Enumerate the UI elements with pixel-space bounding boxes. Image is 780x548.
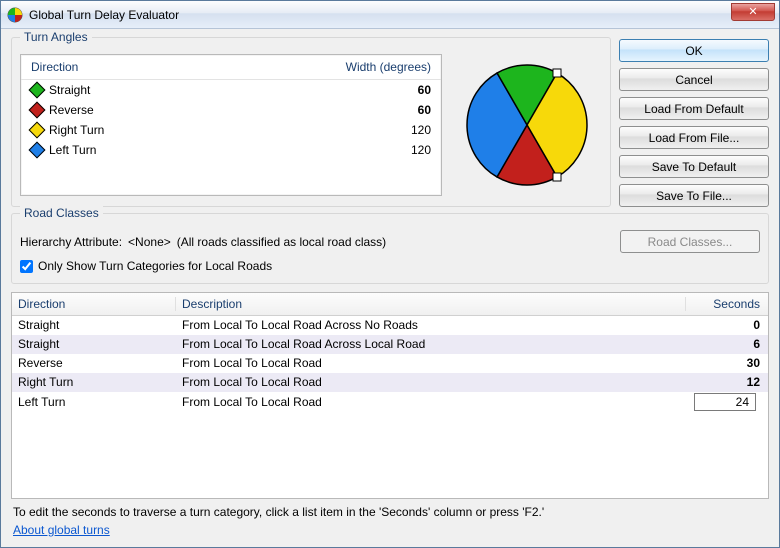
angle-label: Straight — [49, 83, 90, 97]
grid-row[interactable]: Straight From Local To Local Road Across… — [12, 316, 768, 335]
seconds-edit-input[interactable]: 24 — [694, 393, 756, 411]
ok-button[interactable]: OK — [619, 39, 769, 62]
cell-direction: Straight — [12, 337, 176, 351]
close-icon: ✕ — [748, 5, 757, 18]
road-classes-button: Road Classes... — [620, 230, 760, 253]
seconds-edit-value: 24 — [736, 395, 749, 409]
load-default-button[interactable]: Load From Default — [619, 97, 769, 120]
cell-seconds[interactable]: 6 — [686, 337, 768, 351]
cell-description: From Local To Local Road — [176, 395, 686, 409]
turn-angles-title: Turn Angles — [20, 30, 92, 44]
col-seconds: Seconds — [686, 297, 768, 311]
hierarchy-value: <None> — [128, 235, 171, 249]
categories-grid-wrap: Direction Description Seconds Straight F… — [11, 292, 769, 499]
angle-row-reverse[interactable]: Reverse 60 — [21, 100, 441, 120]
angle-row-left[interactable]: Left Turn 120 — [21, 140, 441, 160]
cell-seconds[interactable]: 0 — [686, 318, 768, 332]
save-file-button[interactable]: Save To File... — [619, 184, 769, 207]
grid-row[interactable]: Reverse From Local To Local Road 30 — [12, 354, 768, 373]
window-title: Global Turn Delay Evaluator — [29, 8, 731, 22]
grid-row[interactable]: Straight From Local To Local Road Across… — [12, 335, 768, 354]
angle-label: Left Turn — [49, 143, 96, 157]
diamond-icon — [29, 102, 46, 119]
angle-value: 60 — [321, 83, 431, 97]
cell-direction: Straight — [12, 318, 176, 332]
hierarchy-suffix: (All roads classified as local road clas… — [177, 235, 386, 249]
close-button[interactable]: ✕ — [731, 3, 775, 21]
angle-row-right[interactable]: Right Turn 120 — [21, 120, 441, 140]
about-link[interactable]: About global turns — [11, 521, 769, 543]
only-local-checkbox[interactable] — [20, 260, 33, 273]
cell-seconds-editing[interactable]: 24 — [686, 394, 768, 410]
dialog-window: Global Turn Delay Evaluator ✕ Turn Angle… — [0, 0, 780, 548]
cell-seconds[interactable]: 30 — [686, 356, 768, 370]
titlebar: Global Turn Delay Evaluator ✕ — [1, 1, 779, 29]
load-file-button[interactable]: Load From File... — [619, 126, 769, 149]
only-local-checkbox-row[interactable]: Only Show Turn Categories for Local Road… — [20, 259, 760, 273]
diamond-icon — [29, 82, 46, 99]
grid-header: Direction Description Seconds — [12, 293, 768, 316]
col-width: Width (degrees) — [321, 60, 431, 74]
grid-row[interactable]: Left Turn From Local To Local Road 24 — [12, 392, 768, 413]
only-local-label: Only Show Turn Categories for Local Road… — [38, 259, 272, 273]
cell-seconds[interactable]: 12 — [686, 375, 768, 389]
hint-text: To edit the seconds to traverse a turn c… — [11, 499, 769, 521]
cancel-button[interactable]: Cancel — [619, 68, 769, 91]
cell-description: From Local To Local Road Across Local Ro… — [176, 337, 686, 351]
angle-label: Right Turn — [49, 123, 104, 137]
app-icon — [7, 7, 23, 23]
angle-value: 60 — [321, 103, 431, 117]
angle-value: 120 — [321, 143, 431, 157]
diamond-icon — [29, 122, 46, 139]
col-direction: Direction — [31, 60, 321, 74]
button-sidebar: OK Cancel Load From Default Load From Fi… — [619, 37, 769, 207]
dialog-body: Turn Angles Direction Width (degrees) St… — [1, 29, 779, 547]
cell-direction: Left Turn — [12, 395, 176, 409]
turn-angles-list[interactable]: Direction Width (degrees) Straight 60 — [20, 54, 442, 196]
road-classes-row: Hierarchy Attribute: <None> (All roads c… — [20, 230, 760, 253]
save-default-button[interactable]: Save To Default — [619, 155, 769, 178]
turn-angles-pie[interactable] — [452, 54, 602, 196]
grid-row[interactable]: Right Turn From Local To Local Road 12 — [12, 373, 768, 392]
col-description: Description — [176, 297, 686, 311]
cell-description: From Local To Local Road — [176, 375, 686, 389]
diamond-icon — [29, 142, 46, 159]
angle-row-straight[interactable]: Straight 60 — [21, 80, 441, 100]
angle-label: Reverse — [49, 103, 94, 117]
hierarchy-label: Hierarchy Attribute: — [20, 235, 122, 249]
top-row: Turn Angles Direction Width (degrees) St… — [11, 37, 769, 207]
turn-angles-header: Direction Width (degrees) — [21, 55, 441, 80]
road-classes-group: Road Classes Hierarchy Attribute: <None>… — [11, 213, 769, 284]
road-classes-title: Road Classes — [20, 206, 103, 220]
col-direction: Direction — [12, 297, 176, 311]
cell-description: From Local To Local Road — [176, 356, 686, 370]
pie-chart-icon — [462, 60, 592, 190]
cell-direction: Reverse — [12, 356, 176, 370]
cell-description: From Local To Local Road Across No Roads — [176, 318, 686, 332]
categories-grid[interactable]: Direction Description Seconds Straight F… — [11, 292, 769, 499]
cell-direction: Right Turn — [12, 375, 176, 389]
angle-value: 120 — [321, 123, 431, 137]
turn-angles-group: Turn Angles Direction Width (degrees) St… — [11, 37, 611, 207]
